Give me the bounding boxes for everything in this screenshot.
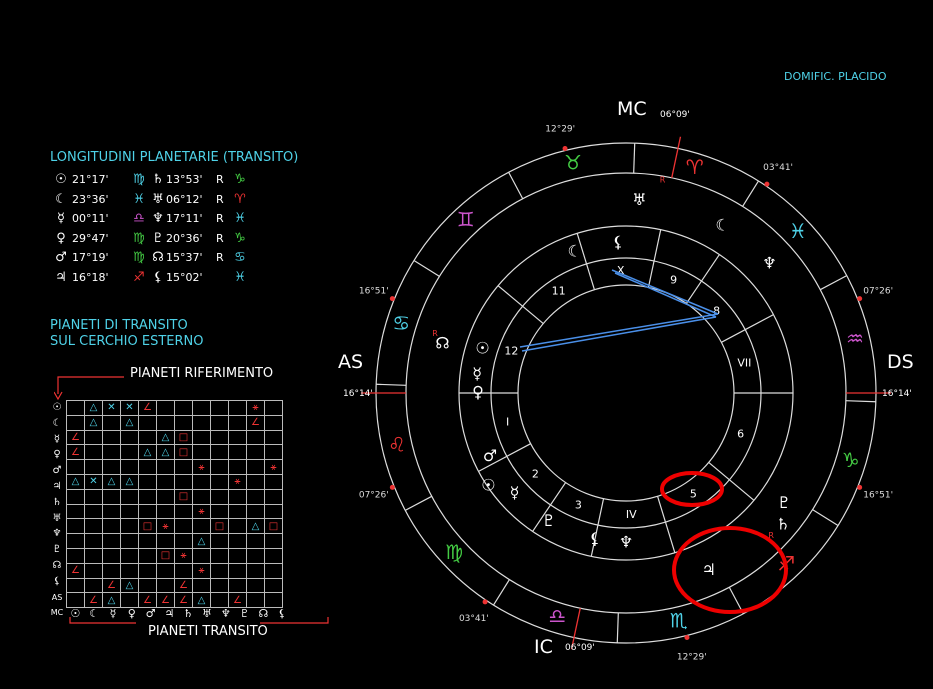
zodiac-sign-icon: ♉ <box>564 151 582 175</box>
cusp-marker <box>857 484 863 490</box>
zodiac-sign-icon: ♌ <box>388 432 406 456</box>
planet-icon: ♃ <box>702 560 716 579</box>
zodiac-sign-icon: ♍ <box>445 540 463 564</box>
sign-divider <box>742 180 759 207</box>
planet-icon: ☉ <box>481 475 495 494</box>
angle-ic-degree: 06°09' <box>565 643 595 653</box>
cusp-degree: 03°41' <box>763 163 793 173</box>
house-number: 5 <box>690 488 697 501</box>
planet-icon: ♂ <box>483 446 497 465</box>
sign-divider <box>845 400 876 403</box>
planet-icon: ⚸ <box>589 529 601 548</box>
cusp-degree: 07°26' <box>863 287 893 297</box>
planet-icon: ☾ <box>715 215 729 234</box>
sign-divider <box>616 612 619 643</box>
angle-as-degree: 16°14' <box>343 389 373 399</box>
sign-divider <box>376 383 407 386</box>
cusp-degree: 16°51' <box>863 490 893 500</box>
cusp-marker <box>764 181 770 187</box>
outer-ring <box>375 142 877 644</box>
cusp-degree: 03°41' <box>459 614 489 624</box>
sign-divider <box>493 579 510 606</box>
angle-as: AS <box>338 351 364 373</box>
house-cusp <box>685 254 720 304</box>
house-cusp <box>657 496 676 553</box>
zodiac-sign-icon: ♒ <box>846 327 864 351</box>
house-number: I <box>506 416 509 429</box>
cusp-marker <box>389 296 395 302</box>
retrograde-mark: R <box>432 329 438 338</box>
zodiac-sign-icon: ♎ <box>548 604 566 628</box>
house-cusp <box>647 229 662 288</box>
planet-icon: ♆ <box>762 253 776 272</box>
cusp-degree: 07°26' <box>359 490 389 500</box>
sign-divider <box>508 171 524 200</box>
house-number: 9 <box>670 274 677 287</box>
cusp-marker <box>684 635 690 641</box>
zodiac-sign-icon: ♓ <box>789 219 807 243</box>
house-number: 11 <box>552 284 566 297</box>
planet-icon: ☿ <box>472 364 482 383</box>
sign-divider <box>404 495 433 511</box>
planet-icon: ♇ <box>542 511 556 530</box>
planet-icon: ♇ <box>777 493 791 512</box>
mc-axis <box>671 136 682 178</box>
sign-divider <box>812 509 839 526</box>
cusp-marker <box>389 484 395 490</box>
zodiac-sign-icon: ♋ <box>392 311 410 335</box>
planet-icon: ♆ <box>619 533 633 552</box>
zodiac-sign-icon: ♊ <box>457 208 475 232</box>
planet-icon: ☿ <box>510 483 520 502</box>
highlight-jupiter <box>672 526 788 614</box>
retrograde-mark: R <box>660 175 666 184</box>
house-number: 3 <box>575 498 582 511</box>
house-cusp <box>721 314 774 343</box>
cusp-marker <box>482 599 488 605</box>
zodiac-sign-icon: ♈ <box>686 155 704 179</box>
sign-divider <box>413 260 440 277</box>
house-number: VII <box>737 356 751 369</box>
natal-transit-wheel: I23IV56VII89X1112♌♍♎ ♏♐♑♒♓♈♉♊♋12°29'03°41… <box>359 125 893 663</box>
planet-icon: ♄ <box>776 514 790 533</box>
cusp-degree: 12°29' <box>545 125 575 135</box>
cusp-marker <box>857 296 863 302</box>
astro-chart-screen: { "header": { "house_system": "DOMIFIC. … <box>0 0 933 689</box>
angle-ds: DS <box>887 351 914 373</box>
house-number: 2 <box>532 468 539 481</box>
angle-mc-degree: 06°09' <box>660 110 690 120</box>
sign-divider <box>633 143 636 174</box>
zodiac-sign-icon: ♏ <box>670 608 688 632</box>
angle-mc: MC <box>617 98 647 120</box>
house-number: 6 <box>737 428 744 441</box>
planet-icon: ☾ <box>568 242 582 261</box>
sign-divider <box>819 275 848 291</box>
zodiac-sign-icon: ♑ <box>842 448 860 472</box>
house-number: 12 <box>504 344 518 357</box>
planet-icon: ♅ <box>632 190 646 209</box>
angle-ds-degree: 16°14' <box>882 389 912 399</box>
angle-ic: IC <box>534 636 553 658</box>
house-number: IV <box>626 508 637 521</box>
planet-icon: ⚸ <box>612 233 624 252</box>
cusp-degree: 12°29' <box>677 652 707 662</box>
planet-icon: ♀ <box>472 383 484 402</box>
cusp-degree: 16°51' <box>359 287 389 297</box>
planet-icon: ☉ <box>475 339 489 358</box>
